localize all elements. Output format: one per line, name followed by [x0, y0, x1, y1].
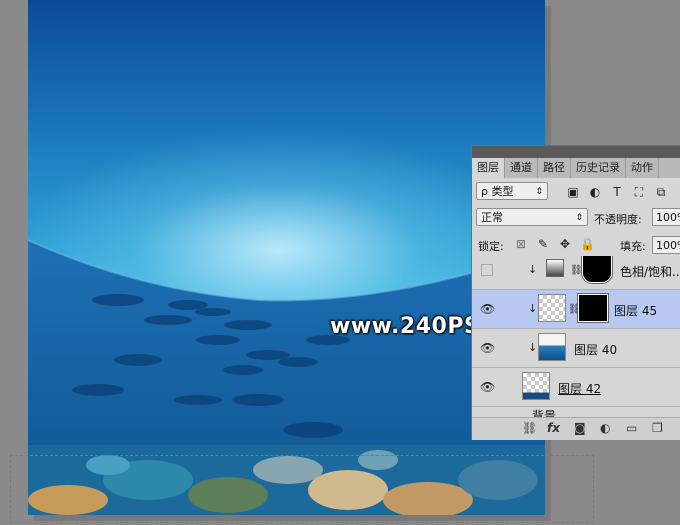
add-mask-icon[interactable]: ◙ — [574, 421, 586, 435]
panel-tabs: 图层 通道 路径 历史记录 动作 — [472, 158, 680, 179]
blend-row: 正常 ⇕ 不透明度: 100% — [472, 206, 680, 228]
lock-transparent-icon[interactable]: ⊠ — [514, 237, 528, 251]
layer-thumb[interactable] — [538, 294, 566, 322]
layer-mask-thumb[interactable] — [577, 293, 609, 323]
lock-move-icon[interactable]: ✥ — [558, 237, 572, 251]
adjustment-icon[interactable]: ◐ — [600, 421, 610, 435]
opacity-field[interactable]: 100% — [652, 208, 680, 226]
eye-icon[interactable]: 👁 — [480, 381, 495, 393]
layer-name[interactable]: 图层 42 — [558, 380, 601, 397]
link-layers-icon[interactable]: ⛓ — [522, 421, 537, 435]
filter-adjustment-icon[interactable]: ◐ — [588, 185, 602, 199]
link-icon[interactable]: ⛓ — [570, 265, 583, 276]
layer-thumb[interactable] — [522, 372, 550, 400]
clip-arrow-icon: ↓ — [528, 302, 538, 315]
layer-row-42[interactable]: 👁 图层 42 — [472, 367, 680, 406]
updown-arrow-icon: ⇕ — [575, 213, 583, 223]
panel-grip[interactable] — [472, 146, 680, 158]
layer-name[interactable]: 色相/饱和... — [620, 263, 680, 280]
fill-field[interactable]: 100% — [652, 236, 680, 254]
adjustment-layer-icon — [546, 259, 564, 277]
tab-paths[interactable]: 路径 — [538, 158, 571, 178]
filter-row: ρ 类型 ⇕ ▣ ◐ T ⛶ ⧉ — [472, 180, 680, 202]
fill-label: 填充: — [620, 240, 646, 253]
tab-layers[interactable]: 图层 — [472, 158, 505, 179]
blend-mode-select[interactable]: 正常 ⇕ — [476, 208, 588, 226]
new-layer-icon[interactable]: ❐ — [652, 421, 663, 435]
layers-panel[interactable]: 图层 通道 路径 历史记录 动作 ρ 类型 ⇕ ▣ ◐ T ⛶ ⧉ 正常 ⇕ 不… — [471, 145, 680, 440]
tab-actions[interactable]: 动作 — [626, 158, 659, 178]
lock-row: 锁定: ⊠ ✎ ✥ 🔒 填充: 100% — [472, 234, 680, 256]
lock-label: 锁定: — [478, 240, 504, 253]
layer-name[interactable]: 图层 45 — [614, 302, 657, 319]
layer-row-hue-saturation[interactable]: ↓ ⛓ 色相/饱和... — [472, 256, 680, 289]
clip-arrow-icon: ↓ — [528, 263, 538, 276]
filter-shape-icon[interactable]: ⛶ — [632, 185, 646, 199]
layers-list: ↓ ⛓ 色相/饱和... 👁 ↓ ⛓ 图层 45 👁 ↓ 图层 40 👁 图层 … — [472, 256, 680, 419]
layer-row-45[interactable]: 👁 ↓ ⛓ 图层 45 — [472, 289, 680, 328]
folder-icon[interactable]: ▭ — [626, 421, 637, 435]
layer-mask-thumb[interactable] — [581, 256, 613, 284]
filter-type-select[interactable]: ρ 类型 ⇕ — [476, 182, 548, 200]
panel-footer: ⛓ fx ◙ ◐ ▭ ❐ — [472, 417, 680, 440]
canvas-artwork — [28, 239, 545, 515]
visibility-off-box[interactable] — [481, 264, 493, 276]
lock-brush-icon[interactable]: ✎ — [536, 237, 550, 251]
layer-name[interactable]: 图层 40 — [574, 341, 617, 358]
lock-all-icon[interactable]: 🔒 — [580, 237, 595, 251]
opacity-label: 不透明度: — [594, 213, 642, 226]
tab-history[interactable]: 历史记录 — [571, 158, 626, 178]
layer-thumb[interactable] — [538, 333, 566, 361]
filter-type-label: ρ 类型 — [481, 185, 514, 198]
blend-mode-label: 正常 — [481, 211, 503, 224]
document-canvas[interactable] — [28, 0, 545, 515]
filter-text-icon[interactable]: T — [610, 185, 624, 199]
filter-pixel-icon[interactable]: ▣ — [566, 185, 580, 199]
updown-arrow-icon: ⇕ — [535, 187, 543, 197]
filter-smart-object-icon[interactable]: ⧉ — [654, 185, 668, 199]
marquee-selection[interactable] — [10, 455, 594, 523]
eye-icon[interactable]: 👁 — [480, 342, 495, 354]
clip-arrow-icon: ↓ — [528, 341, 538, 354]
tab-channels[interactable]: 通道 — [505, 158, 538, 178]
layer-row-40[interactable]: 👁 ↓ 图层 40 — [472, 328, 680, 367]
fx-icon[interactable]: fx — [547, 421, 560, 435]
eye-icon[interactable]: 👁 — [480, 303, 495, 315]
